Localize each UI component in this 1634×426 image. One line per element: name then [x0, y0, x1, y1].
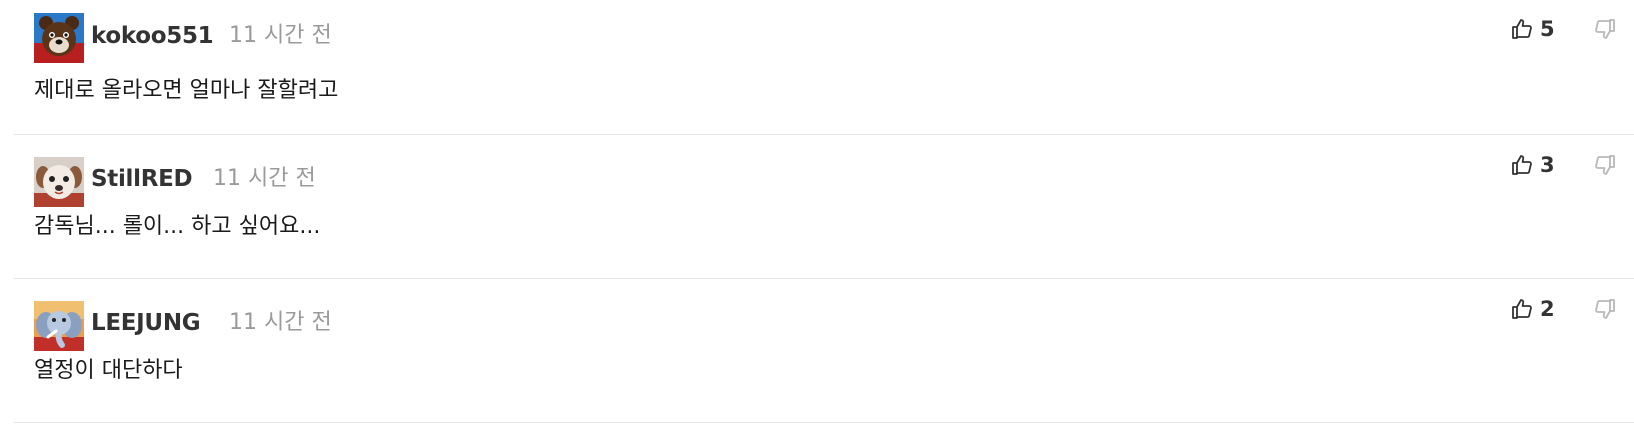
elephant-avatar-icon	[34, 301, 84, 351]
comment-list: kokoo551 11 시간 전 제대로 올라오면 얼마나 잘할려고 5 Sti…	[0, 0, 1634, 426]
bear-avatar-icon	[34, 13, 84, 63]
dog-avatar-icon	[34, 157, 84, 207]
like-count: 3	[1540, 153, 1555, 177]
thumbs-down-icon	[1593, 153, 1617, 177]
thumbs-down-icon	[1593, 297, 1617, 321]
avatar[interactable]	[34, 157, 84, 207]
vote-area: 2	[1510, 293, 1620, 325]
comment-item: kokoo551 11 시간 전 제대로 올라오면 얼마나 잘할려고 5	[14, 0, 1634, 135]
comment-item: LEEJUNG 11 시간 전 열정이 대단하다 2	[14, 279, 1634, 423]
username[interactable]: LEEJUNG	[91, 309, 201, 337]
dislike-button[interactable]	[1590, 293, 1620, 325]
thumbs-up-icon	[1510, 17, 1534, 41]
timestamp: 11 시간 전	[229, 310, 332, 335]
avatar[interactable]	[34, 13, 84, 63]
vote-area: 3	[1510, 149, 1620, 181]
timestamp: 11 시간 전	[229, 23, 332, 48]
comment-text: 제대로 올라오면 얼마나 잘할려고	[34, 78, 339, 103]
like-button[interactable]: 3	[1510, 149, 1555, 181]
dislike-button[interactable]	[1590, 149, 1620, 181]
comment-text: 감독님... 롤이... 하고 싶어요...	[34, 214, 321, 239]
vote-area: 5	[1510, 13, 1620, 45]
timestamp: 11 시간 전	[213, 166, 316, 191]
comment-item: StillRED 11 시간 전 감독님... 롤이... 하고 싶어요... …	[14, 135, 1634, 279]
thumbs-up-icon	[1510, 297, 1534, 321]
like-button[interactable]: 5	[1510, 13, 1555, 45]
like-count: 2	[1540, 297, 1555, 321]
username[interactable]: StillRED	[91, 165, 193, 193]
thumbs-up-icon	[1510, 153, 1534, 177]
thumbs-down-icon	[1593, 17, 1617, 41]
comment-text: 열정이 대단하다	[34, 358, 183, 383]
avatar[interactable]	[34, 301, 84, 351]
username[interactable]: kokoo551	[91, 22, 214, 50]
like-count: 5	[1540, 17, 1555, 41]
dislike-button[interactable]	[1590, 13, 1620, 45]
like-button[interactable]: 2	[1510, 293, 1555, 325]
